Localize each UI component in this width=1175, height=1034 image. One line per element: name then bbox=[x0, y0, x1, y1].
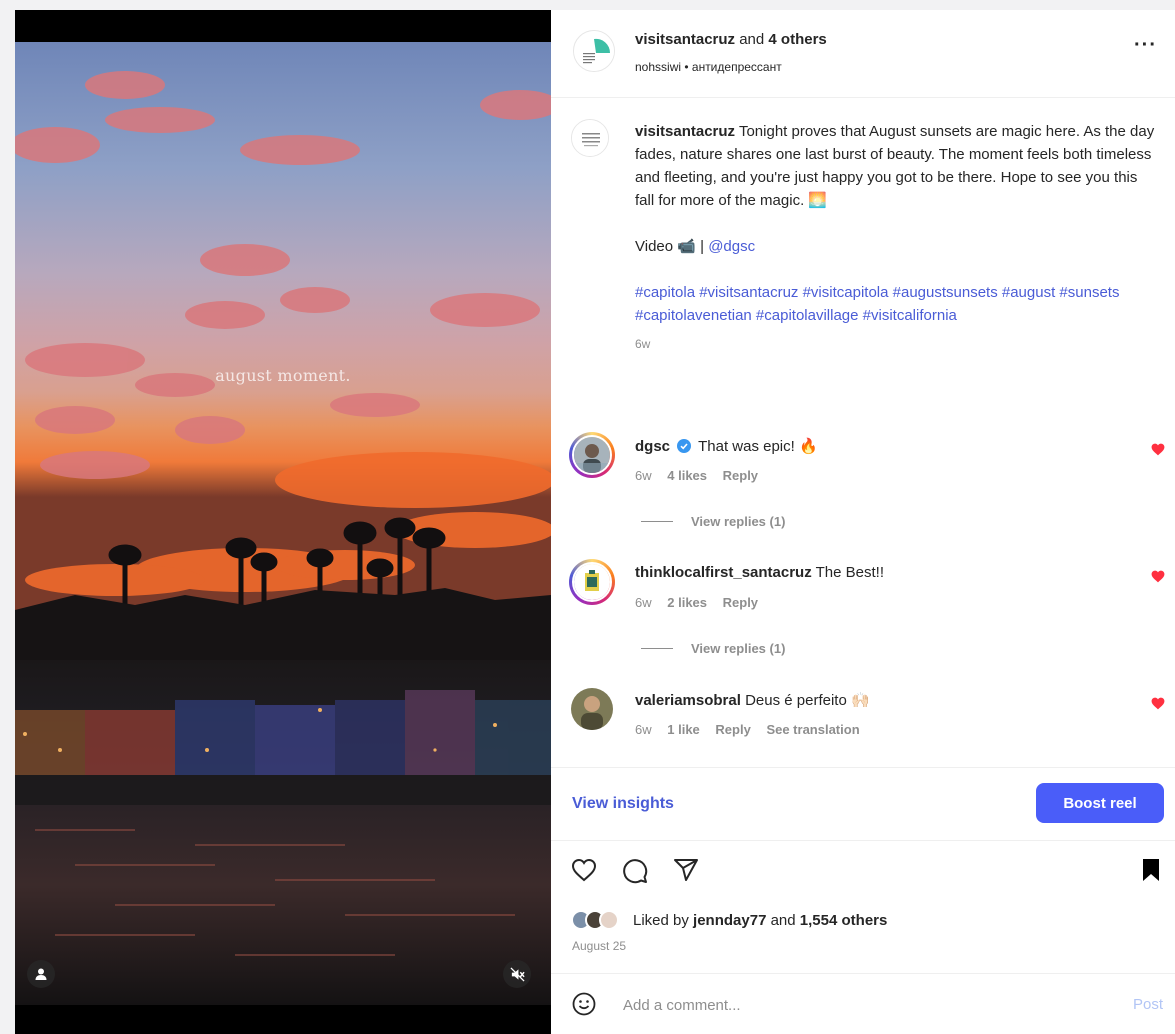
tagged-people-button[interactable] bbox=[27, 960, 55, 988]
comment-age[interactable]: 6w bbox=[635, 722, 652, 737]
heart-filled-icon[interactable] bbox=[1151, 697, 1165, 710]
replies-divider bbox=[641, 648, 673, 649]
comment-likes[interactable]: 4 likes bbox=[667, 468, 707, 483]
comment-likes[interactable]: 2 likes bbox=[667, 595, 707, 610]
comment-username[interactable]: valeriamsobral bbox=[635, 692, 741, 709]
post-subline[interactable]: nohssiwi • антидепрессант bbox=[635, 60, 782, 74]
caption-author-avatar[interactable] bbox=[571, 119, 609, 157]
sunset-video-frame bbox=[15, 10, 551, 1034]
video-credit-mention[interactable]: @dgsc bbox=[708, 238, 755, 255]
likes-summary[interactable]: Liked by jennday77 and 1,554 others bbox=[571, 908, 887, 932]
post-comment-button[interactable]: Post bbox=[1133, 996, 1163, 1013]
comment-meta: 6w 2 likes Reply bbox=[635, 595, 770, 610]
heart-filled-icon[interactable] bbox=[1151, 570, 1165, 583]
collab-authors: visitsantacruz and 4 others bbox=[635, 31, 827, 48]
comment-username[interactable]: thinklocalfirst_santacruz bbox=[635, 564, 812, 581]
comment-meta: 6w 4 likes Reply bbox=[635, 468, 770, 483]
caption-age[interactable]: 6w bbox=[635, 333, 1155, 356]
bookmark-filled-icon[interactable] bbox=[1141, 858, 1161, 882]
liker-avatar bbox=[599, 910, 619, 930]
add-comment-input[interactable] bbox=[623, 992, 1103, 1018]
comment-reply-button[interactable]: Reply bbox=[723, 595, 758, 610]
comments-scroll-area[interactable]: visitsantacruz Tonight proves that Augus… bbox=[551, 99, 1175, 767]
commenter-photo-icon bbox=[574, 437, 610, 473]
comment-reply-button[interactable]: Reply bbox=[723, 468, 758, 483]
and-text: and bbox=[739, 31, 765, 48]
comment-text: The Best!! bbox=[815, 564, 884, 581]
post-actions bbox=[551, 850, 1175, 900]
comment-age[interactable]: 6w bbox=[635, 468, 652, 483]
page-backdrop-left bbox=[0, 0, 15, 1034]
comment-body: thinklocalfirst_santacruz The Best!! bbox=[635, 564, 884, 581]
commenter-avatar[interactable] bbox=[569, 432, 615, 478]
boost-reel-button[interactable]: Boost reel bbox=[1036, 783, 1164, 823]
comment-reply-button[interactable]: Reply bbox=[715, 722, 750, 737]
commenter-avatar[interactable] bbox=[571, 688, 613, 730]
comment-meta: 6w 1 like Reply See translation bbox=[635, 722, 872, 737]
share-icon[interactable] bbox=[673, 858, 699, 882]
heart-filled-icon[interactable] bbox=[1151, 443, 1165, 456]
more-horizontal-icon: ··· bbox=[1134, 34, 1157, 56]
commenter-avatar[interactable] bbox=[569, 559, 615, 605]
visitsantacruz-wordmark-icon bbox=[572, 120, 608, 156]
verified-badge-icon bbox=[677, 439, 692, 453]
liked-by-and: and bbox=[770, 911, 796, 929]
post-header: visitsantacruz and 4 others nohssiwi • а… bbox=[551, 10, 1175, 98]
more-options-button[interactable]: ··· bbox=[1134, 35, 1157, 55]
view-replies-label: View replies (1) bbox=[691, 641, 786, 656]
view-replies-button[interactable]: View replies (1) bbox=[641, 514, 785, 529]
commenter-photo-icon bbox=[571, 688, 613, 730]
comment-text: That was epic! 🔥 bbox=[698, 438, 818, 455]
author-username[interactable]: visitsantacruz bbox=[635, 31, 735, 48]
add-comment-bar: Post bbox=[551, 973, 1175, 1034]
comment-age[interactable]: 6w bbox=[635, 595, 652, 610]
speaker-muted-icon bbox=[509, 966, 525, 982]
insights-bar: View insights Boost reel bbox=[551, 767, 1175, 841]
view-replies-button[interactable]: View replies (1) bbox=[641, 641, 785, 656]
view-replies-label: View replies (1) bbox=[691, 514, 786, 529]
likes-count[interactable]: 1,554 others bbox=[800, 912, 888, 929]
comment-username[interactable]: dgsc bbox=[635, 438, 670, 455]
view-insights-link[interactable]: View insights bbox=[572, 795, 674, 813]
reel-video[interactable]: august moment. bbox=[15, 10, 551, 1034]
visitsantacruz-logo-icon bbox=[574, 31, 614, 71]
comment-body: valeriamsobral Deus é perfeito 🙌🏻 bbox=[635, 691, 870, 709]
post-details-panel: visitsantacruz and 4 others nohssiwi • а… bbox=[551, 10, 1175, 1034]
post-date[interactable]: August 25 bbox=[572, 939, 626, 953]
others-link[interactable]: 4 others bbox=[768, 31, 826, 48]
heart-outline-icon[interactable] bbox=[571, 858, 597, 882]
comment-text: Deus é perfeito 🙌🏻 bbox=[745, 692, 870, 709]
emoji-icon[interactable] bbox=[572, 992, 596, 1016]
mute-button[interactable] bbox=[503, 960, 531, 988]
comment-body: dgsc That was epic! 🔥 bbox=[635, 437, 818, 455]
comment-icon[interactable] bbox=[622, 858, 648, 884]
liked-by-prefix: Liked by bbox=[633, 911, 689, 929]
see-translation-button[interactable]: See translation bbox=[766, 722, 859, 737]
video-credit-label: Video 📹 | bbox=[635, 238, 705, 255]
post-caption: visitsantacruz Tonight proves that Augus… bbox=[635, 120, 1155, 356]
comment-likes[interactable]: 1 like bbox=[667, 722, 700, 737]
author-avatar[interactable] bbox=[573, 30, 615, 72]
liked-by-user[interactable]: jennday77 bbox=[693, 912, 766, 929]
video-overlay-text: august moment. bbox=[215, 366, 351, 385]
user-icon bbox=[35, 968, 47, 980]
caption-hashtags[interactable]: #capitola #visitsantacruz #visitcapitola… bbox=[635, 284, 1119, 324]
commenter-logo-icon bbox=[574, 564, 610, 600]
replies-divider bbox=[641, 521, 673, 522]
caption-username[interactable]: visitsantacruz bbox=[635, 123, 735, 140]
